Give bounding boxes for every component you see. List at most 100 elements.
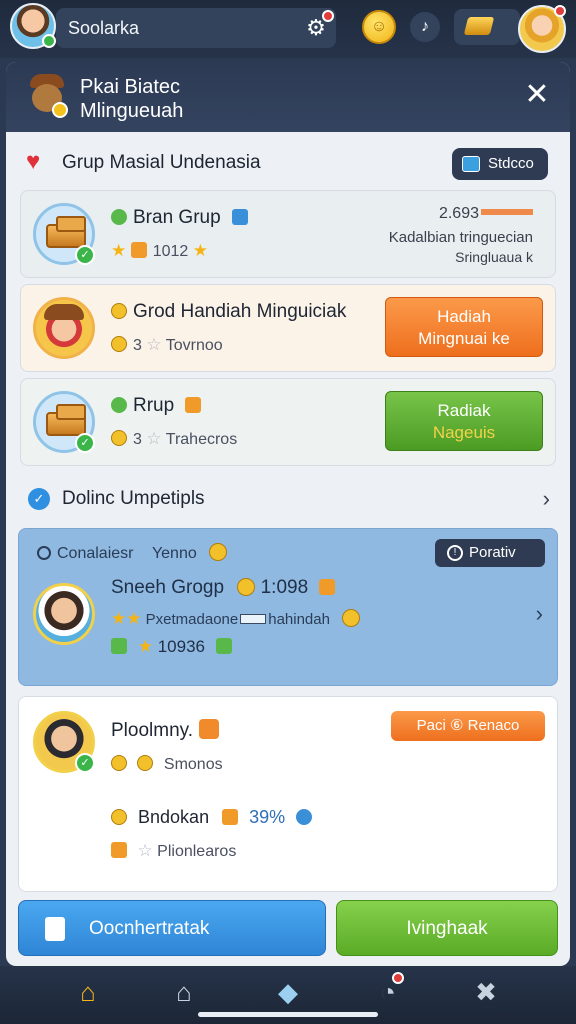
- coin-icon: [111, 303, 127, 319]
- progress-bar: [240, 614, 267, 624]
- star-outline-icon: ☆: [137, 841, 153, 860]
- coin-icon: [237, 578, 256, 596]
- modal-title: Pkai Biatec: [80, 76, 181, 98]
- gold-bar-icon: [463, 17, 495, 35]
- document-icon: [45, 917, 65, 941]
- heart-icon: ♥: [26, 148, 41, 175]
- shield-icon: [111, 842, 127, 858]
- gold-button[interactable]: [454, 9, 520, 45]
- group-desc-2: Sringluaua k: [455, 249, 533, 265]
- member-avatar: [33, 297, 95, 359]
- group-meta: 3 ☆ Trahecros: [111, 429, 237, 449]
- star-icon: ★: [192, 241, 208, 260]
- player-card-line: Smonos: [111, 755, 223, 774]
- group-score: 2.693: [439, 205, 533, 223]
- green-action-button[interactable]: Ivinghaak: [336, 900, 558, 956]
- rank-badge-icon: [199, 719, 220, 739]
- rewards-modal: Pkai Biatec Mlingueuah ✕ ♥ Grup Masial U…: [6, 62, 570, 966]
- check-icon: ✓: [75, 433, 95, 453]
- card-stats: ★ 10936: [111, 637, 238, 657]
- star-icon: ★★: [111, 609, 142, 628]
- group-name: Bran Grup: [111, 207, 254, 229]
- clock-icon: [37, 546, 51, 560]
- coin-icon: [111, 430, 127, 446]
- player-name: Soolarka: [68, 18, 140, 38]
- paw-icon: [319, 579, 336, 595]
- coin-button[interactable]: ☺: [362, 10, 396, 44]
- shop-icon[interactable]: ⌂: [164, 974, 204, 1010]
- group-meta: 3 ☆ Tovrnoo: [111, 335, 223, 355]
- status-button[interactable]: Stdcco: [452, 148, 548, 180]
- gem-icon: [111, 638, 127, 654]
- chevron-right-icon[interactable]: ›: [536, 601, 543, 627]
- chevron-right-icon[interactable]: ›: [543, 486, 550, 512]
- tools-icon[interactable]: ✖: [466, 974, 506, 1010]
- notification-badge: [554, 5, 566, 17]
- online-section-header[interactable]: ✓ Dolinc Umpetipls ›: [6, 474, 570, 522]
- crate-small-icon: [222, 809, 239, 825]
- card-name: Sneeh Grogp 1:098: [111, 577, 341, 599]
- group-name: Rrup: [111, 395, 207, 417]
- group-name: Grod Handiah Minguiciak: [111, 301, 346, 323]
- modal-subtitle: Mlingueuah: [80, 100, 184, 122]
- leaf-icon: [111, 397, 127, 413]
- badge-icon: [231, 209, 248, 225]
- home-indicator: [198, 1012, 378, 1017]
- coin-icon: [52, 102, 68, 118]
- coin-icon: [342, 609, 361, 627]
- coin-icon: [137, 755, 154, 771]
- player-card-progress: Bndokan 39%: [111, 807, 318, 828]
- gem-icon: [296, 809, 313, 825]
- online-status-icon: [42, 34, 56, 48]
- player-name-pill[interactable]: Soolarka ⚙: [56, 8, 336, 48]
- coin-icon: [111, 809, 127, 825]
- crate-avatar: ✓: [33, 203, 95, 265]
- player-avatar[interactable]: [10, 3, 56, 49]
- gem-icon: [215, 638, 232, 654]
- group-meta: ★ 1012 ★: [111, 241, 208, 260]
- friend-avatar[interactable]: [518, 5, 566, 53]
- claim-reward-button[interactable]: Hadiah Mingnuai ke: [385, 297, 543, 357]
- coin-icon: [209, 543, 228, 561]
- check-icon: ✓: [75, 245, 95, 265]
- hat-icon: [44, 304, 84, 320]
- star-icon: ★: [137, 637, 153, 656]
- chat-icon[interactable]: ◔: [368, 972, 408, 1010]
- music-icon[interactable]: ♪: [410, 12, 440, 42]
- status-button-label: Stdcco: [488, 155, 534, 172]
- check-icon: ✓: [75, 753, 95, 773]
- blue-action-button[interactable]: Oocnhertratak: [18, 900, 326, 956]
- score-bar: [481, 209, 533, 215]
- crate-avatar: ✓: [33, 391, 95, 453]
- card-sub: ★★ Pxetmadaone hahindah: [111, 609, 361, 629]
- orange-action-button[interactable]: Paci ⑥ Renaco: [391, 711, 545, 741]
- player-card[interactable]: ✓ Ploolmny. Paci ⑥ Renaco Smonos Bndokan…: [18, 696, 558, 892]
- coin-icon: [111, 336, 127, 352]
- crate-small-icon: [185, 397, 202, 413]
- group-row[interactable]: ✓ Bran Grup ★ 1012 ★ 2.693 Kadalbian tri…: [20, 190, 556, 278]
- player-card-name: Ploolmny.: [111, 719, 220, 742]
- priority-button[interactable]: ! Porativ: [435, 539, 545, 567]
- group-row[interactable]: Grod Handiah Minguiciak 3 ☆ Tovrnoo Hadi…: [20, 284, 556, 372]
- shield-icon: [130, 242, 147, 258]
- player-card-line: ☆ Plionlearos: [111, 841, 236, 861]
- star-outline-icon: ☆: [146, 429, 162, 448]
- leaf-icon: [111, 209, 127, 225]
- check-circle-icon: ✓: [28, 488, 50, 510]
- claim-green-button[interactable]: Radiak Nageuis: [385, 391, 543, 451]
- close-icon[interactable]: ✕: [522, 80, 552, 110]
- player-avatar: ✓: [33, 711, 95, 773]
- notification-badge: [392, 972, 404, 984]
- hero-icon: [26, 74, 68, 118]
- coin-icon: [111, 755, 127, 771]
- home-icon[interactable]: ⌂: [68, 974, 108, 1010]
- notification-badge: [322, 10, 334, 22]
- featured-group-card[interactable]: Conalaiesr Yenno ! Porativ Sneeh Grogp 1…: [18, 528, 558, 686]
- card-label: Conalaiesr Yenno: [37, 543, 228, 563]
- section-title: Grup Masial Undenasia: [62, 152, 261, 173]
- star-outline-icon: ☆: [146, 335, 162, 354]
- group-row[interactable]: ✓ Rrup 3 ☆ Trahecros Radiak Nageuis: [20, 378, 556, 466]
- crate-icon: [46, 216, 86, 248]
- top-bar: Soolarka ⚙ ☺ ♪: [0, 0, 576, 58]
- cube-icon[interactable]: ◆: [268, 974, 308, 1010]
